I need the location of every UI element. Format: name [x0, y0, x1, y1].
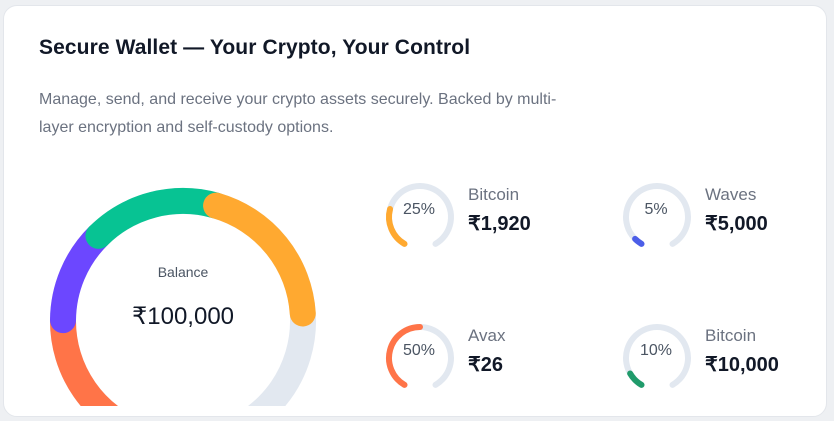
asset-name: Avax [468, 326, 506, 345]
asset-name: Bitcoin [468, 185, 520, 204]
asset-ring-fill [627, 370, 645, 388]
gauge-segment-2 [85, 188, 230, 249]
asset-percent: 25% [402, 201, 436, 218]
balance-gauge: Balance ₹100,000 [38, 176, 328, 406]
gauge-segment-0 [49, 307, 119, 406]
card-description: Manage, send, and receive your crypto as… [39, 91, 557, 136]
card-title: Secure Wallet — Your Crypto, Your Contro… [39, 36, 471, 59]
asset-percent: 5% [644, 201, 668, 218]
gauge-segment-3 [203, 192, 316, 327]
asset-percent: 50% [402, 342, 436, 359]
gauge-balance-value: ₹100,000 [131, 303, 235, 330]
asset-amount: ₹5,000 [705, 213, 768, 235]
asset-name: Waves [705, 185, 757, 204]
asset-item[interactable]: 5% Waves ₹5,000 [621, 181, 834, 247]
asset-item[interactable]: 10% Bitcoin ₹10,000 [621, 322, 834, 388]
asset-percent: 10% [639, 342, 673, 359]
asset-amount: ₹10,000 [705, 354, 779, 376]
asset-ring-fill [632, 235, 645, 247]
asset-name: Bitcoin [705, 326, 757, 345]
balance-gauge-chart [49, 188, 316, 406]
wallet-card: Secure Wallet — Your Crypto, Your Contro… [3, 5, 827, 417]
asset-item[interactable]: 50% Avax ₹26 [384, 322, 604, 388]
asset-amount: ₹1,920 [468, 213, 531, 235]
asset-amount: ₹26 [468, 354, 503, 376]
gauge-label: Balance [157, 264, 209, 280]
asset-item[interactable]: 25% Bitcoin ₹1,920 [384, 181, 604, 247]
